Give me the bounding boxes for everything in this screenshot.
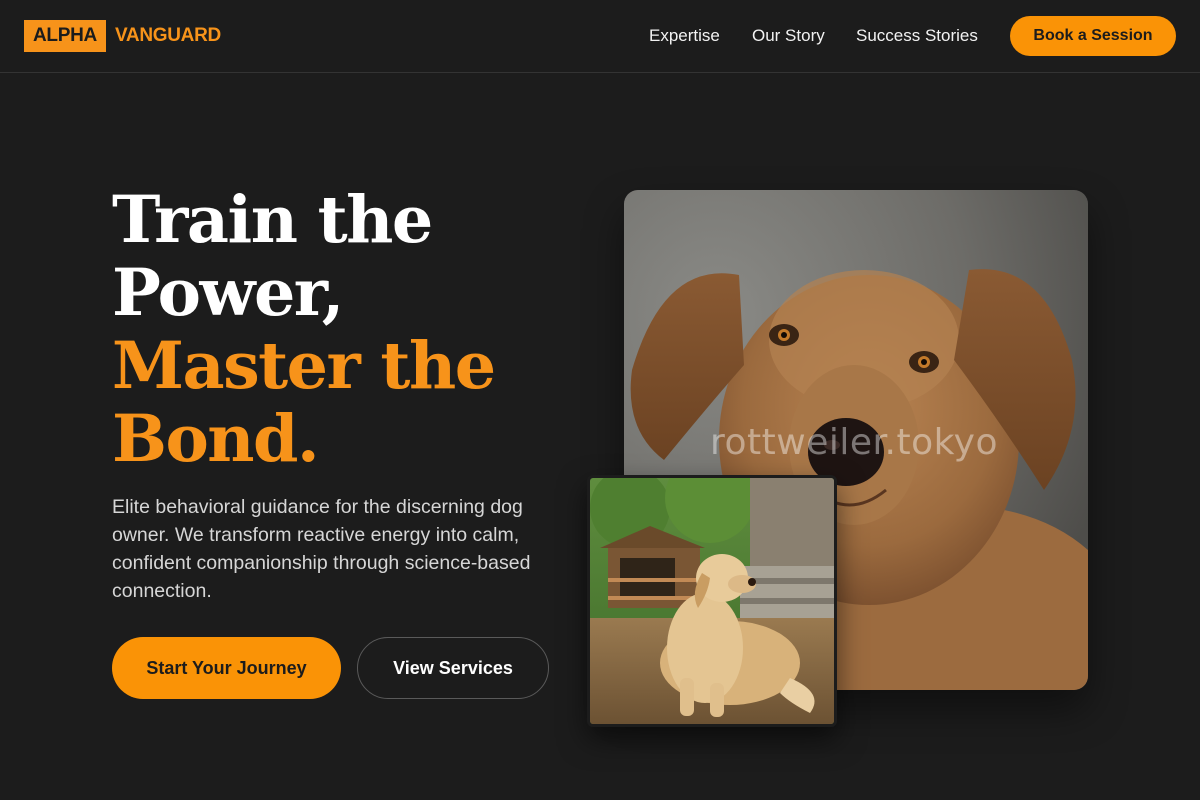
hero-title-line-2: Power, [112, 255, 344, 331]
image-watermark: rottweiler.tokyo [710, 422, 998, 463]
hero-title: Train the Power, Master the Bond. [112, 182, 496, 477]
site-header: ALPHA VANGUARD Expertise Our Story Succe… [0, 0, 1200, 73]
hero-title-line-3: Master the [112, 328, 496, 404]
nav-link-expertise[interactable]: Expertise [649, 26, 720, 46]
hero-title-line-4: Bond. [112, 401, 320, 477]
brand-logo[interactable]: ALPHA VANGUARD [24, 20, 221, 52]
book-session-button[interactable]: Book a Session [1010, 16, 1176, 56]
nav-link-success-stories[interactable]: Success Stories [856, 26, 978, 46]
view-services-button[interactable]: View Services [357, 637, 549, 699]
logo-word-text: VANGUARD [114, 25, 221, 46]
logo-box-text: ALPHA [24, 20, 106, 52]
hero-title-line-1: Train the [112, 182, 433, 258]
start-journey-button[interactable]: Start Your Journey [112, 637, 341, 699]
hero-description: Elite behavioral guidance for the discer… [112, 496, 531, 602]
golden-retriever-image [587, 475, 837, 727]
nav-link-our-story[interactable]: Our Story [752, 26, 825, 46]
